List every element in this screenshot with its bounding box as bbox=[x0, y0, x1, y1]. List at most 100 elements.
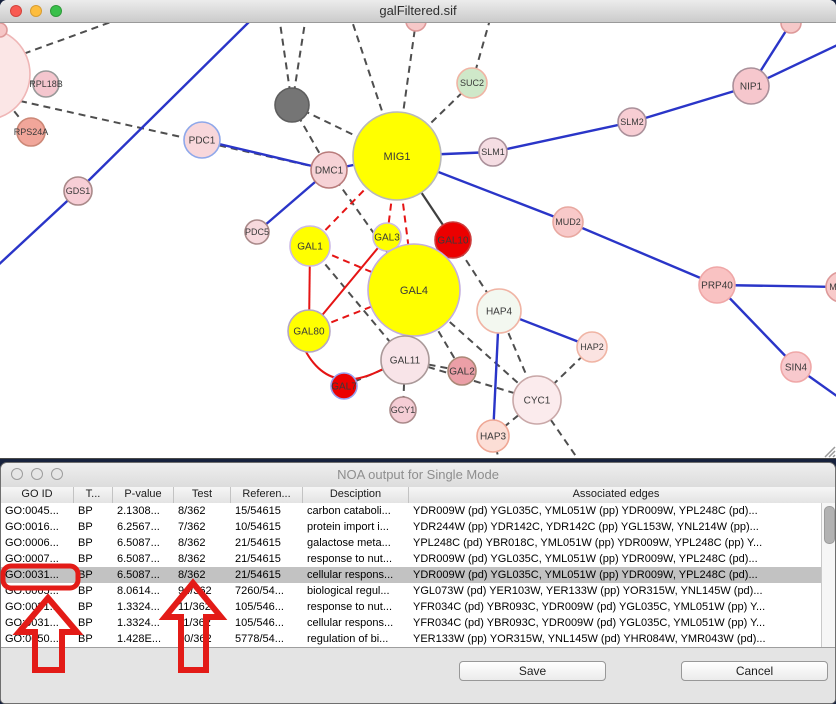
node-label-CYC1: CYC1 bbox=[524, 396, 551, 407]
edge-blue bbox=[493, 122, 632, 152]
table-cell: 11/362 bbox=[174, 615, 231, 631]
table-cell: GO:0016... bbox=[1, 519, 74, 535]
table-cell: 8/362 bbox=[174, 535, 231, 551]
table-cell: 6.5087... bbox=[113, 535, 174, 551]
column-header-t-[interactable]: T... bbox=[74, 487, 113, 503]
table-cell: response to nut... bbox=[303, 551, 409, 567]
table-row[interactable]: GO:0016...BP6.2567...7/36210/54615protei… bbox=[1, 519, 823, 535]
table-cell: 1.428E... bbox=[113, 631, 174, 647]
node-label-SUC2: SUC2 bbox=[460, 78, 484, 88]
table-cell: GO:0045... bbox=[1, 503, 74, 519]
table-cell: 2.1308... bbox=[113, 503, 174, 519]
node-corner-cut-node[interactable] bbox=[0, 23, 7, 37]
table-cell: GO:0006... bbox=[1, 535, 74, 551]
table-cell: 5778/54... bbox=[231, 631, 303, 647]
noa-window-titlebar: NOA output for Single Mode bbox=[1, 463, 835, 488]
table-cell: 8/362 bbox=[174, 551, 231, 567]
table-cell: YER133W (pp) YOR315W, YNL145W (pd) YHR08… bbox=[409, 631, 823, 647]
column-header-test[interactable]: Test bbox=[174, 487, 231, 503]
node-label-SLM1: SLM1 bbox=[481, 147, 505, 157]
node-label-SIN4: SIN4 bbox=[785, 363, 808, 374]
node-big-node[interactable] bbox=[0, 28, 30, 120]
node-top-right-cut-node[interactable] bbox=[781, 22, 801, 33]
table-cell: 21/54615 bbox=[231, 535, 303, 551]
table-header: GO IDT...P-valueTestReferen...Desciption… bbox=[1, 487, 836, 504]
table-scrollbar bbox=[821, 503, 835, 647]
table-cell: 8.0614... bbox=[113, 583, 174, 599]
table-cell: BP bbox=[74, 551, 113, 567]
table-cell: 105/546... bbox=[231, 615, 303, 631]
table-cell: 6.5087... bbox=[113, 551, 174, 567]
node-label-MIG1: MIG1 bbox=[384, 151, 411, 163]
table-cell: GO:0065... bbox=[1, 583, 74, 599]
table-cell: biological regul... bbox=[303, 583, 409, 599]
table-cell: GO:0031... bbox=[1, 599, 74, 615]
node-label-SLM2: SLM2 bbox=[620, 117, 644, 127]
table-cell: BP bbox=[74, 631, 113, 647]
table-cell: BP bbox=[74, 503, 113, 519]
node-label-DMC1: DMC1 bbox=[315, 166, 344, 177]
table-cell: cellular respons... bbox=[303, 567, 409, 583]
network-canvas[interactable]: RPL18BRPS24AGDS1PDC1DMC1MIG1PDC5GAL1GAL3… bbox=[0, 22, 836, 458]
button-bar: Save Cancel bbox=[1, 647, 836, 704]
table-row[interactable]: GO:0031...BP6.5087...8/36221/54615cellul… bbox=[1, 567, 823, 583]
scrollbar-thumb[interactable] bbox=[824, 506, 835, 544]
node-label-GAL80: GAL80 bbox=[293, 327, 325, 338]
table-row[interactable]: GO:0031...BP1.3324...11/362105/546...res… bbox=[1, 599, 823, 615]
table-cell: 1.3324... bbox=[113, 615, 174, 631]
save-button[interactable]: Save bbox=[459, 661, 606, 681]
graph-window-title: galFiltered.sif bbox=[0, 3, 836, 18]
table-cell: carbon cataboli... bbox=[303, 503, 409, 519]
table-row[interactable]: GO:0065...BP8.0614...94/3627260/54...bio… bbox=[1, 583, 823, 599]
table-cell: BP bbox=[74, 519, 113, 535]
table-cell: 105/546... bbox=[231, 599, 303, 615]
edge-blue bbox=[568, 222, 717, 285]
table-cell: GO:0050... bbox=[1, 631, 74, 647]
node-label-GDS1: GDS1 bbox=[66, 186, 91, 196]
table-cell: YGL073W (pd) YER103W, YER133W (pp) YOR31… bbox=[409, 583, 823, 599]
node-top-cut-node[interactable] bbox=[406, 22, 426, 31]
node-label-GAL7: GAL7 bbox=[331, 382, 357, 393]
node-label-MUD2: MUD2 bbox=[555, 217, 581, 227]
column-header-go-id[interactable]: GO ID bbox=[1, 487, 74, 503]
node-label-HAP2: HAP2 bbox=[580, 342, 604, 352]
node-gray-node[interactable] bbox=[275, 88, 309, 122]
node-label-GAL1: GAL1 bbox=[297, 242, 323, 253]
node-label-PDC5: PDC5 bbox=[245, 227, 269, 237]
table-cell: 21/54615 bbox=[231, 567, 303, 583]
column-header-associated-edges[interactable]: Associated edges bbox=[409, 487, 823, 503]
table-cell: GO:0007... bbox=[1, 551, 74, 567]
desktop: RPL18BRPS24AGDS1PDC1DMC1MIG1PDC5GAL1GAL3… bbox=[0, 0, 836, 704]
node-label-GCY1: GCY1 bbox=[391, 405, 416, 415]
table-cell: BP bbox=[74, 599, 113, 615]
graph-window-titlebar: galFiltered.sif bbox=[0, 0, 836, 23]
table-row[interactable]: GO:0031...BP1.3324...11/362105/546...cel… bbox=[1, 615, 823, 631]
cancel-button[interactable]: Cancel bbox=[681, 661, 828, 681]
column-header-p-value[interactable]: P-value bbox=[113, 487, 174, 503]
table-cell: YFR034C (pd) YBR093C, YDR009W (pd) YGL03… bbox=[409, 615, 823, 631]
table-row[interactable]: GO:0006...BP6.5087...8/36221/54615galact… bbox=[1, 535, 823, 551]
graph-window: RPL18BRPS24AGDS1PDC1DMC1MIG1PDC5GAL1GAL3… bbox=[0, 0, 836, 459]
node-label-GAL4: GAL4 bbox=[400, 285, 428, 297]
node-label-GAL3: GAL3 bbox=[374, 233, 400, 244]
edge-blue bbox=[0, 191, 78, 268]
table-cell: YDR009W (pd) YGL035C, YML051W (pp) YDR00… bbox=[409, 567, 823, 583]
table-cell: regulation of bi... bbox=[303, 631, 409, 647]
column-header-referen-[interactable]: Referen... bbox=[231, 487, 303, 503]
table-cell: YPL248C (pd) YBR018C, YML051W (pp) YDR00… bbox=[409, 535, 823, 551]
table-row[interactable]: GO:0045...BP2.1308...8/36215/54615carbon… bbox=[1, 503, 823, 519]
node-label-PDC1: PDC1 bbox=[189, 136, 216, 147]
table-row[interactable]: GO:0007...BP6.5087...8/36221/54615respon… bbox=[1, 551, 823, 567]
table-cell: response to nut... bbox=[303, 599, 409, 615]
table-cell: BP bbox=[74, 583, 113, 599]
table-row[interactable]: GO:0050...BP1.428E...80/3625778/54...reg… bbox=[1, 631, 823, 647]
node-label-NIP1: NIP1 bbox=[740, 82, 763, 93]
table-cell: 94/362 bbox=[174, 583, 231, 599]
column-header-desciption[interactable]: Desciption bbox=[303, 487, 409, 503]
table-cell: BP bbox=[74, 535, 113, 551]
resize-grip[interactable] bbox=[825, 447, 835, 457]
noa-output-window: NOA output for Single Mode GO IDT...P-va… bbox=[0, 462, 836, 704]
table-cell: GO:0031... bbox=[1, 567, 74, 583]
table-cell: 8/362 bbox=[174, 567, 231, 583]
node-label-MSL1: MSL1 bbox=[829, 282, 836, 292]
